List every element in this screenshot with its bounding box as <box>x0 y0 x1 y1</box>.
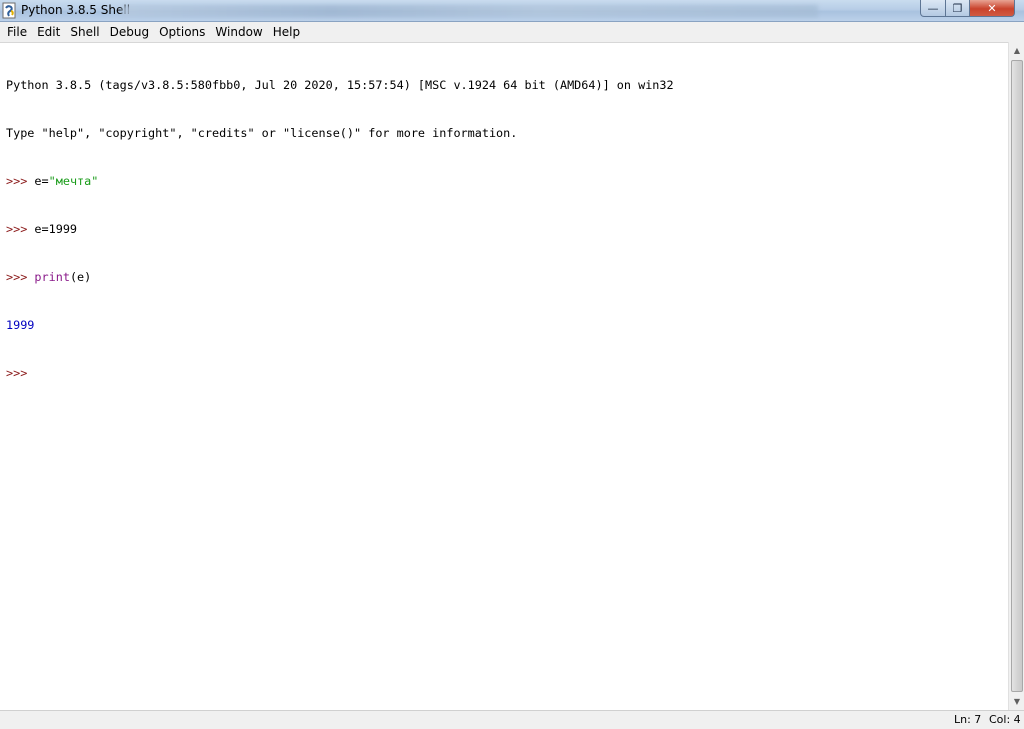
menu-file[interactable]: File <box>2 22 32 42</box>
builtin-keyword: print <box>34 270 70 284</box>
string-literal: "мечта" <box>48 174 99 188</box>
menu-edit[interactable]: Edit <box>32 22 65 42</box>
arrow-down-icon[interactable]: ▼ <box>1009 693 1024 710</box>
window-title: Python 3.8.5 Shell <box>21 3 131 17</box>
vertical-scrollbar[interactable]: ▲ ▼ <box>1008 42 1024 710</box>
menu-options[interactable]: Options <box>154 22 210 42</box>
shell-prompt: >>> <box>6 270 35 284</box>
arrow-up-icon[interactable]: ▲ <box>1009 42 1024 59</box>
shell-input-line: >>> e=1999 <box>6 221 674 237</box>
banner-line-1: Python 3.8.5 (tags/v3.8.5:580fbb0, Jul 2… <box>6 78 674 92</box>
python-idle-icon <box>2 2 16 19</box>
title-bar[interactable]: Python 3.8.5 Shell — ❐ ✕ <box>0 0 1024 22</box>
shell-input-line: >>> e="мечта" <box>6 173 674 189</box>
shell-input-line: >>> <box>6 365 674 381</box>
shell-prompt: >>> <box>6 222 35 236</box>
menu-help[interactable]: Help <box>268 22 305 42</box>
shell-output-line: 1999 <box>6 318 35 332</box>
shell-input-line: >>> print(e) <box>6 269 674 285</box>
title-path-blurred <box>122 5 818 17</box>
command-text: e=1999 <box>34 222 78 236</box>
minimize-button[interactable]: — <box>920 0 946 17</box>
shell-text-area[interactable]: Python 3.8.5 (tags/v3.8.5:580fbb0, Jul 2… <box>0 42 1008 710</box>
maximize-button[interactable]: ❐ <box>945 0 970 17</box>
command-text: e= <box>34 174 49 188</box>
menu-window[interactable]: Window <box>210 22 267 42</box>
banner-line-2: Type "help", "copyright", "credits" or "… <box>6 126 518 140</box>
menu-shell[interactable]: Shell <box>65 22 104 42</box>
scrollbar-thumb[interactable] <box>1011 60 1023 692</box>
menu-bar: File Edit Shell Debug Options Window Hel… <box>0 22 1024 42</box>
command-text: (e) <box>69 270 92 284</box>
close-button[interactable]: ✕ <box>969 0 1015 17</box>
menu-debug[interactable]: Debug <box>105 22 154 42</box>
shell-prompt-current: >>> <box>6 366 28 380</box>
shell-prompt: >>> <box>6 174 35 188</box>
status-line-number: Ln: 7 <box>954 713 982 726</box>
status-bar: Ln: 7 Col: 4 <box>0 710 1024 729</box>
status-column-number: Col: 4 <box>989 713 1021 726</box>
